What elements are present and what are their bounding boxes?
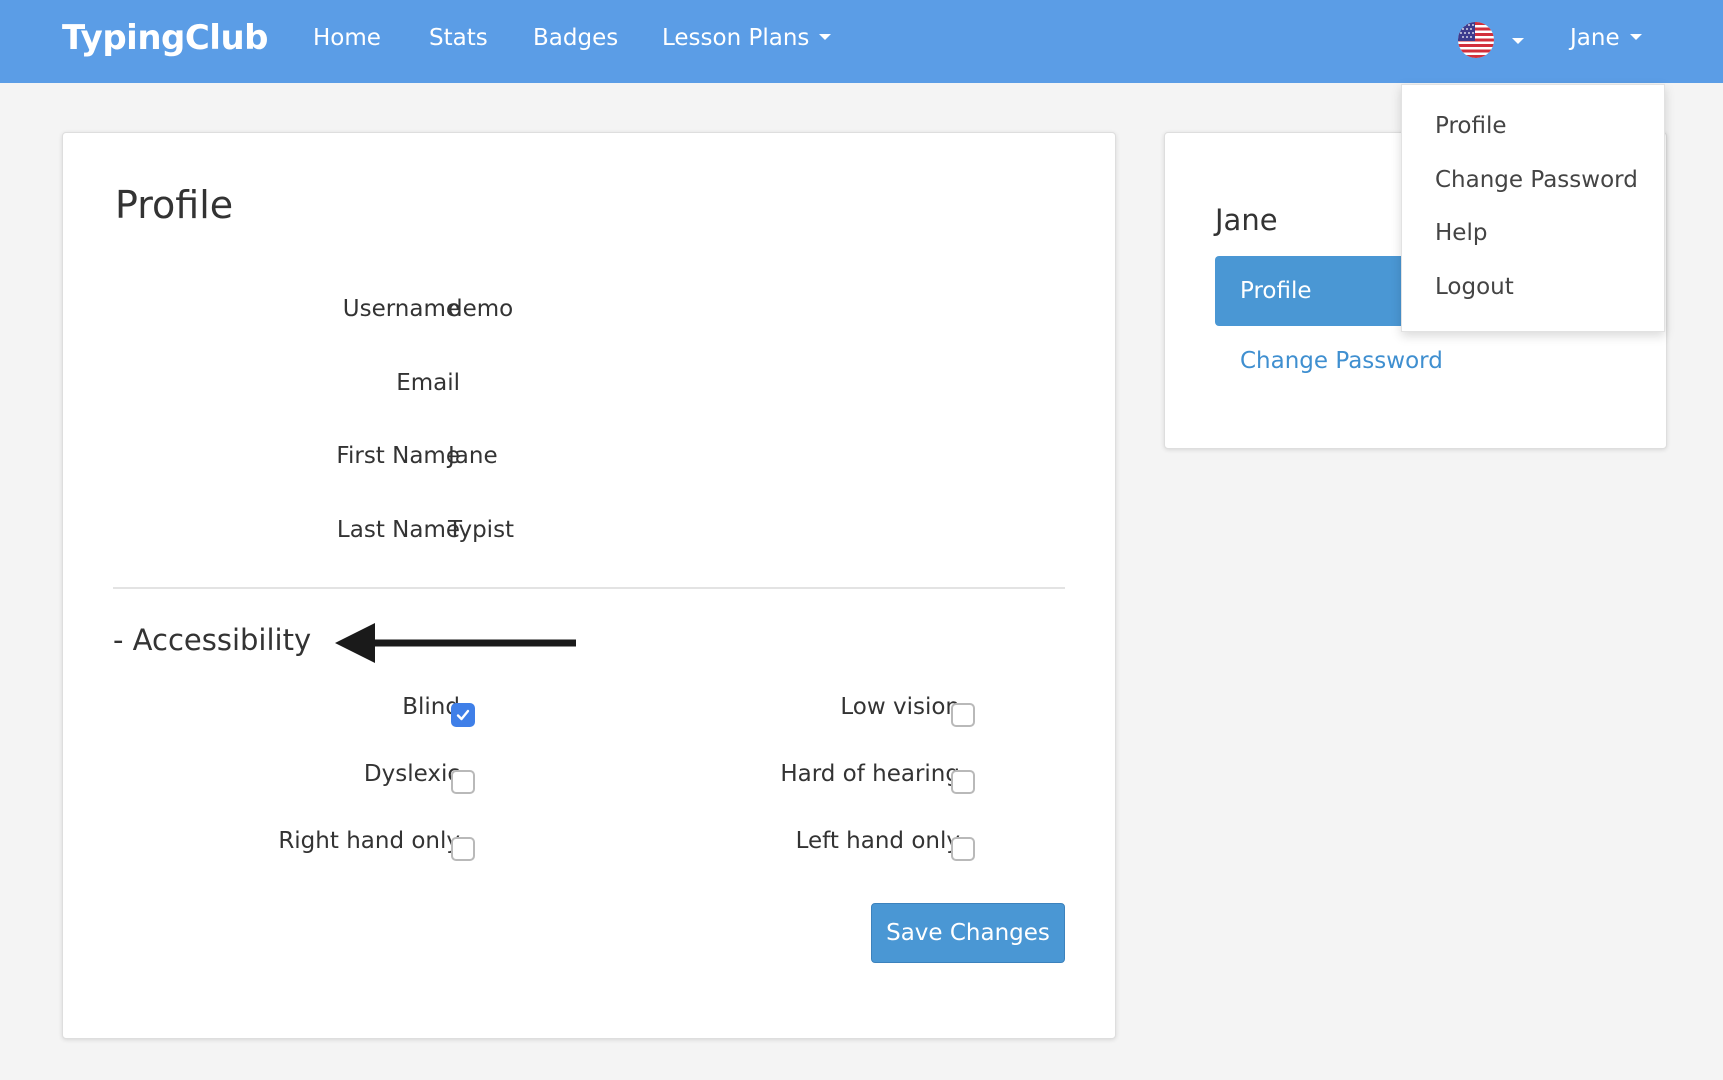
- nav-lesson-plans-label: Lesson Plans: [662, 25, 810, 51]
- section-divider: [113, 587, 1065, 589]
- nav-badges[interactable]: Badges: [533, 25, 618, 51]
- username-label: Username: [342, 296, 460, 322]
- nav-stats[interactable]: Stats: [429, 25, 488, 51]
- right-hand-only-label: Right hand only: [278, 828, 460, 854]
- chevron-down-icon[interactable]: [1512, 38, 1524, 44]
- page-title: Profile: [115, 183, 234, 227]
- menu-item-change-password[interactable]: Change Password: [1435, 167, 1638, 193]
- first-name-value: Jane: [448, 443, 498, 469]
- hard-of-hearing-label: Hard of hearing: [780, 761, 960, 787]
- username-value: demo: [448, 296, 514, 322]
- menu-item-logout[interactable]: Logout: [1435, 274, 1514, 300]
- nav-home[interactable]: Home: [313, 25, 381, 51]
- save-changes-button[interactable]: Save Changes: [871, 903, 1065, 963]
- low-vision-label: Low vision: [840, 694, 960, 720]
- user-dropdown-menu: Profile Change Password Help Logout: [1401, 84, 1665, 332]
- arrow-left-icon: [335, 623, 576, 663]
- last-name-label: Last Name: [336, 517, 460, 543]
- user-menu-label: Jane: [1570, 25, 1620, 51]
- menu-item-help[interactable]: Help: [1435, 220, 1487, 246]
- user-menu-toggle[interactable]: Jane: [1570, 25, 1642, 51]
- accessibility-heading[interactable]: - Accessibility: [113, 623, 311, 657]
- profile-card: Profile Username demo Email First Name J…: [62, 132, 1116, 1039]
- sidebar-user-name: Jane: [1215, 203, 1278, 237]
- chevron-down-icon: [819, 33, 832, 40]
- right-hand-only-checkbox[interactable]: [451, 837, 475, 861]
- first-name-label: First Name: [336, 443, 460, 469]
- nav-lesson-plans[interactable]: Lesson Plans: [662, 25, 832, 51]
- last-name-value: Typist: [448, 517, 515, 543]
- low-vision-checkbox[interactable]: [951, 703, 975, 727]
- blind-label: Blind: [402, 694, 460, 720]
- brand-logo[interactable]: TypingClub: [62, 18, 269, 58]
- email-label: Email: [396, 370, 460, 396]
- hard-of-hearing-checkbox[interactable]: [951, 770, 975, 794]
- chevron-down-icon: [1629, 33, 1642, 40]
- sidebar-item-change-password[interactable]: Change Password: [1240, 348, 1443, 374]
- us-flag-icon[interactable]: [1458, 22, 1494, 58]
- blind-checkbox[interactable]: [451, 703, 475, 727]
- top-navbar: TypingClub Home Stats Badges Lesson Plan…: [0, 0, 1723, 83]
- menu-item-profile[interactable]: Profile: [1435, 113, 1507, 139]
- dyslexic-checkbox[interactable]: [451, 770, 475, 794]
- left-hand-only-label: Left hand only: [795, 828, 960, 854]
- left-hand-only-checkbox[interactable]: [951, 837, 975, 861]
- dyslexic-label: Dyslexic: [363, 761, 460, 787]
